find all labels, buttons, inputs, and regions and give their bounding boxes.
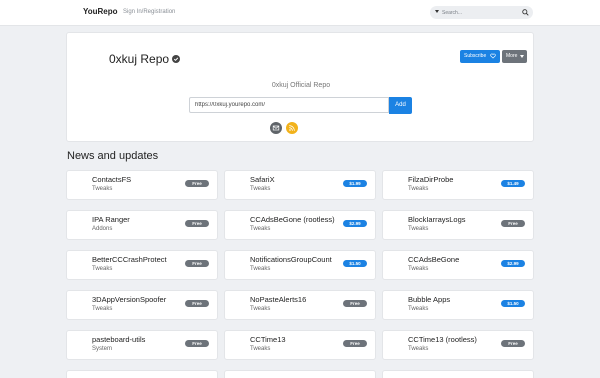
package-section: Tweaks <box>92 266 113 272</box>
price-badge: $2.99 <box>501 260 525 267</box>
package-section: Tweaks <box>92 186 113 192</box>
subscribe-button[interactable]: Subscribe <box>460 50 500 63</box>
package-section: Tweaks <box>408 226 429 232</box>
package-section: Tweaks <box>250 186 271 192</box>
check-circle-icon <box>172 55 180 63</box>
repo-description: 0xkuj Official Repo <box>271 82 331 89</box>
package-section: Tweaks <box>408 186 429 192</box>
price-badge: Free <box>343 300 367 307</box>
section-title: News and updates <box>67 150 159 162</box>
sign-in-link[interactable]: Sign In/Registration <box>123 9 175 15</box>
package-card-partial[interactable] <box>382 370 534 378</box>
more-label: More <box>506 53 518 59</box>
add-repo-button[interactable]: Add <box>389 97 412 114</box>
price-badge: Free <box>343 340 367 347</box>
package-card[interactable]: NoPasteAlerts16 Tweaks Free <box>224 290 376 320</box>
package-name: CCTime13 <box>250 335 286 344</box>
package-name: FilzaDirProbe <box>408 175 454 184</box>
package-name: CCAdsBeGone <box>408 255 460 264</box>
package-section: Tweaks <box>250 346 271 352</box>
package-section: Tweaks <box>250 226 271 232</box>
package-name: 3DAppVersionSpoofer <box>92 295 167 304</box>
package-section: Tweaks <box>92 306 113 312</box>
price-badge: Free <box>501 340 525 347</box>
price-badge: Free <box>185 300 209 307</box>
navbar: YouRepo Sign In/Registration <box>0 0 600 26</box>
envelope-icon <box>272 125 280 131</box>
package-name: CCAdsBeGone (rootless) <box>250 215 335 224</box>
price-badge: $1.49 <box>501 180 525 187</box>
package-card[interactable]: IPA Ranger Addons Free <box>66 210 218 240</box>
package-section: Tweaks <box>250 306 271 312</box>
subscribe-label: Subscribe <box>464 53 487 59</box>
more-dropdown-button[interactable]: More <box>502 50 527 63</box>
email-share-button[interactable] <box>270 122 282 134</box>
package-name: Bubble Apps <box>408 295 451 304</box>
price-badge: $1.50 <box>501 300 525 307</box>
package-section: Tweaks <box>408 346 429 352</box>
price-badge: Free <box>185 260 209 267</box>
package-section: System <box>92 346 113 352</box>
package-card-partial[interactable] <box>224 370 376 378</box>
search-icon[interactable] <box>522 9 529 16</box>
package-card[interactable]: 3DAppVersionSpoofer Tweaks Free <box>66 290 218 320</box>
chevron-down-icon <box>520 55 524 58</box>
price-badge: Free <box>185 180 209 187</box>
package-name: IPA Ranger <box>92 215 130 224</box>
package-name: BetterCCCrashProtect <box>92 255 167 264</box>
package-card[interactable]: ContactsFS Tweaks Free <box>66 170 218 200</box>
repo-url-field[interactable] <box>189 97 389 113</box>
package-name: SafariX <box>250 175 275 184</box>
package-name: CCTime13 (rootless) <box>408 335 477 344</box>
package-section: Addons <box>92 226 113 232</box>
package-card[interactable]: NotificationsGroupCount Tweaks $1.50 <box>224 250 376 280</box>
package-card[interactable]: BlockIarraysLogs Tweaks Free <box>382 210 534 240</box>
package-name: ContactsFS <box>92 175 132 184</box>
package-name: pasteboard-utils <box>92 335 146 344</box>
price-badge: Free <box>185 220 209 227</box>
brand-logo[interactable]: YouRepo <box>83 7 118 16</box>
package-card[interactable]: pasteboard-utils System Free <box>66 330 218 360</box>
package-section: Tweaks <box>408 306 429 312</box>
package-name: NotificationsGroupCount <box>250 255 332 264</box>
package-name: BlockIarraysLogs <box>408 215 466 224</box>
price-badge: Free <box>185 340 209 347</box>
search-bar[interactable] <box>430 6 533 19</box>
package-section: Tweaks <box>250 266 271 272</box>
package-card-partial[interactable] <box>66 370 218 378</box>
heart-icon <box>490 53 496 59</box>
repo-title: 0xkuj Repo <box>109 52 170 66</box>
rss-icon <box>289 125 295 131</box>
package-card[interactable]: SafariX Tweaks $1.99 <box>224 170 376 200</box>
price-badge: Free <box>501 220 525 227</box>
package-name: NoPasteAlerts16 <box>250 295 307 304</box>
package-card[interactable]: CCTime13 (rootless) Tweaks Free <box>382 330 534 360</box>
package-card[interactable]: Bubble Apps Tweaks $1.50 <box>382 290 534 320</box>
package-card[interactable]: CCAdsBeGone (rootless) Tweaks $2.99 <box>224 210 376 240</box>
rss-feed-button[interactable] <box>286 122 298 134</box>
package-card[interactable]: BetterCCCrashProtect Tweaks Free <box>66 250 218 280</box>
price-badge: $1.99 <box>343 180 367 187</box>
search-input[interactable] <box>442 6 520 19</box>
price-badge: $2.99 <box>343 220 367 227</box>
package-card[interactable]: FilzaDirProbe Tweaks $1.49 <box>382 170 534 200</box>
repo-header-card: 0xkuj Repo Subscribe More 0xkuj Official… <box>66 32 534 142</box>
package-card[interactable]: CCTime13 Tweaks Free <box>224 330 376 360</box>
package-card[interactable]: CCAdsBeGone Tweaks $2.99 <box>382 250 534 280</box>
search-scope-dropdown-icon[interactable] <box>435 10 439 13</box>
package-section: Tweaks <box>408 266 429 272</box>
price-badge: $1.50 <box>343 260 367 267</box>
